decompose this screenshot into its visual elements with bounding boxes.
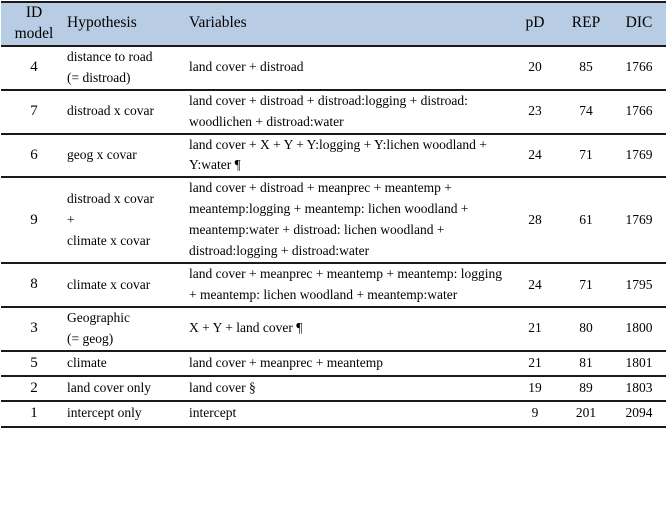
cell-dic: 1769: [612, 132, 666, 179]
cell-hypothesis: distroad x covar: [67, 88, 189, 135]
hypothesis-line: (= distroad): [67, 69, 131, 85]
column-header-id-model: ID model: [1, 1, 67, 47]
cell-hypothesis: Geographic (= geog): [67, 305, 189, 352]
variables-text: land cover + distroad + meanprec + meant…: [189, 180, 469, 259]
cell-variables: land cover + X + Y + Y:logging + Y:liche…: [189, 132, 510, 179]
cell-pd: 21: [510, 349, 560, 378]
cell-dic: 1766: [612, 88, 666, 135]
variables-text: X + Y + land cover ¶: [189, 320, 303, 336]
cell-dic: 1769: [612, 176, 666, 265]
cell-variables: land cover + meanprec + meantemp + meant…: [189, 262, 510, 308]
cell-rep: 89: [560, 374, 612, 403]
cell-hypothesis: distroad x covar + climate x covar: [67, 176, 189, 265]
cell-dic: 1801: [612, 349, 666, 378]
cell-id-model: 7: [1, 88, 67, 135]
hypothesis-line: distroad x covar: [67, 190, 154, 206]
cell-hypothesis: land cover only: [67, 374, 189, 403]
variables-text: intercept: [189, 405, 237, 421]
hypothesis-line: +: [67, 211, 75, 227]
cell-variables: X + Y + land cover ¶: [189, 305, 510, 352]
hypothesis-line: distance to road: [67, 48, 153, 64]
cell-hypothesis: climate x covar: [67, 262, 189, 308]
cell-id-model: 5: [1, 349, 67, 378]
column-header-id-line1: ID: [25, 4, 43, 21]
cell-dic: 1800: [612, 305, 666, 352]
cell-rep: 71: [560, 262, 612, 308]
hypothesis-line: climate x covar: [67, 276, 151, 292]
cell-variables: land cover §: [189, 374, 510, 403]
table-row: 1 intercept only intercept 9 201 2094: [1, 400, 666, 428]
hypothesis-line: climate: [67, 354, 107, 370]
cell-pd: 24: [510, 262, 560, 308]
hypothesis-line: geog x covar: [67, 146, 137, 162]
table-header-row: ID model Hypothesis Variables pD REP DIC: [1, 1, 666, 47]
hypothesis-line: (= geog): [67, 330, 114, 346]
cell-dic: 1795: [612, 262, 666, 308]
cell-rep: 81: [560, 349, 612, 378]
cell-hypothesis: intercept only: [67, 400, 189, 428]
cell-rep: 80: [560, 305, 612, 352]
cell-hypothesis: geog x covar: [67, 132, 189, 179]
cell-pd: 20: [510, 44, 560, 91]
table-row: 7 distroad x covar land cover + distroad +…: [1, 88, 666, 135]
hypothesis-line: land cover only: [67, 380, 151, 396]
cell-variables: intercept: [189, 400, 510, 428]
table-row: 6 geog x covar land cover + X + Y + Y:logg…: [1, 132, 666, 179]
hypothesis-line: intercept only: [67, 405, 142, 421]
cell-id-model: 9: [1, 176, 67, 265]
cell-id-model: 3: [1, 305, 67, 352]
cell-variables: land cover + distroad + distroad:logging…: [189, 88, 510, 135]
cell-rep: 74: [560, 88, 612, 135]
cell-hypothesis: climate: [67, 349, 189, 378]
cell-pd: 21: [510, 305, 560, 352]
cell-id-model: 4: [1, 44, 67, 91]
variables-text: land cover + distroad + distroad:logging…: [189, 92, 468, 129]
column-header-rep: REP: [560, 1, 612, 47]
hypothesis-line: climate x covar: [67, 232, 151, 248]
variables-text: land cover + X + Y + Y:logging + Y:liche…: [189, 136, 487, 173]
variables-text: land cover + meanprec + meantemp + meant…: [189, 266, 502, 302]
column-header-pd: pD: [510, 1, 560, 47]
table-row: 4 distance to road (= distroad) land cover …: [1, 44, 666, 91]
table-row: 8 climate x covar land cover + meanprec + …: [1, 262, 666, 308]
cell-id-model: 1: [1, 400, 67, 428]
hypothesis-line: distroad x covar: [67, 103, 154, 119]
cell-id-model: 2: [1, 374, 67, 403]
cell-variables: land cover + meanprec + meantemp: [189, 349, 510, 378]
cell-dic: 1766: [612, 44, 666, 91]
cell-dic: 1803: [612, 374, 666, 403]
column-header-variables: Variables: [189, 1, 510, 47]
variables-text: land cover + distroad: [189, 59, 304, 75]
cell-rep: 85: [560, 44, 612, 91]
cell-pd: 24: [510, 132, 560, 179]
cell-pd: 19: [510, 374, 560, 403]
table-header: ID model Hypothesis Variables pD REP DIC: [1, 1, 666, 47]
table-row: 2 land cover only land cover § 19 89 1803: [1, 374, 666, 403]
variables-text: land cover §: [189, 380, 256, 396]
cell-pd: 9: [510, 400, 560, 428]
cell-variables: land cover + distroad: [189, 44, 510, 91]
cell-id-model: 8: [1, 262, 67, 308]
column-header-id-line2: model: [14, 24, 54, 42]
table-row: 5 climate land cover + meanprec + meantemp…: [1, 349, 666, 378]
cell-rep: 201: [560, 400, 612, 428]
cell-rep: 71: [560, 132, 612, 179]
table-row: 9 distroad x covar + climate x covar land co…: [1, 176, 666, 265]
cell-dic: 2094: [612, 400, 666, 428]
cell-rep: 61: [560, 176, 612, 265]
table-body: 4 distance to road (= distroad) land cover …: [1, 44, 666, 428]
cell-pd: 23: [510, 88, 560, 135]
cell-pd: 28: [510, 176, 560, 265]
cell-variables: land cover + distroad + meanprec + meant…: [189, 176, 510, 265]
model-comparison-table: ID model Hypothesis Variables pD REP DIC…: [1, 1, 666, 428]
model-comparison-table-container: ID model Hypothesis Variables pD REP DIC…: [0, 1, 669, 511]
cell-hypothesis: distance to road (= distroad): [67, 44, 189, 91]
variables-text: land cover + meanprec + meantemp: [189, 354, 384, 370]
column-header-dic: DIC: [612, 1, 666, 47]
column-header-hypothesis: Hypothesis: [67, 1, 189, 47]
hypothesis-line: Geographic: [67, 309, 130, 325]
table-row: 3 Geographic (= geog) X + Y + land cover ¶ 2…: [1, 305, 666, 352]
cell-id-model: 6: [1, 132, 67, 179]
